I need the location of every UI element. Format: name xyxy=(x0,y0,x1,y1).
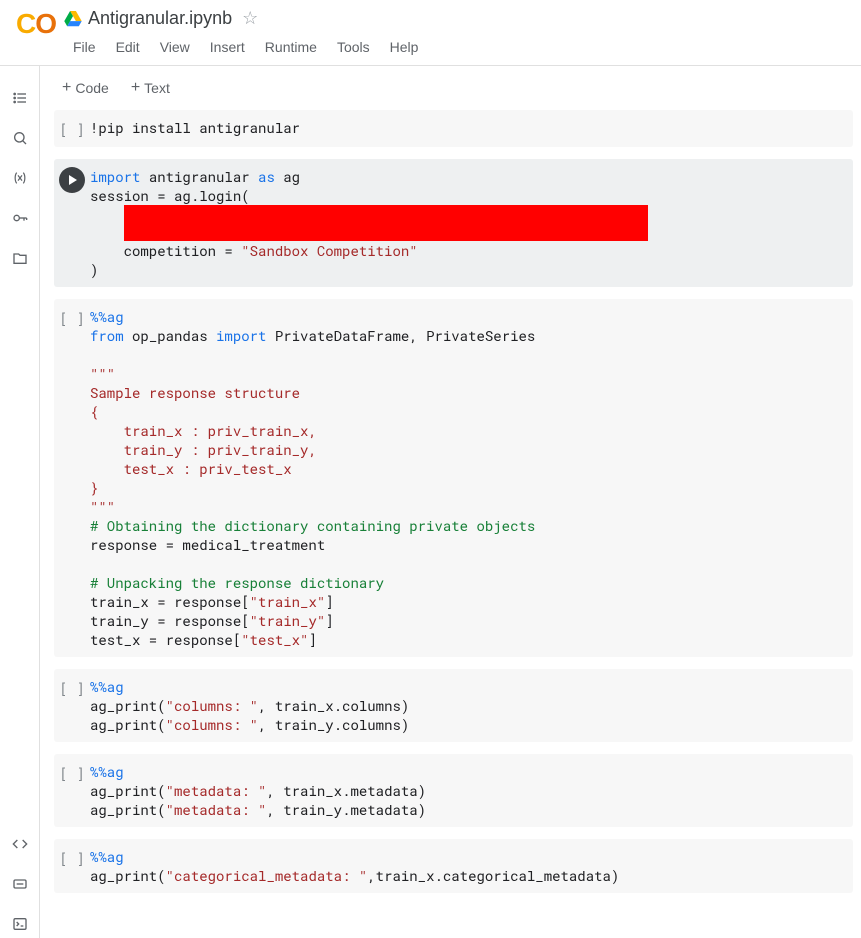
menu-edit[interactable]: Edit xyxy=(107,35,149,59)
code-editor[interactable]: %%ag ag_print("metadata: ", train_x.meta… xyxy=(90,762,853,819)
play-icon xyxy=(69,175,77,185)
code-cell[interactable]: import antigranular as ag session = ag.l… xyxy=(54,159,853,287)
cell-bracket: [ ] xyxy=(59,764,84,819)
terminal-icon[interactable] xyxy=(6,910,34,938)
notebook-title[interactable]: Antigranular.ipynb xyxy=(88,8,232,29)
secrets-icon[interactable] xyxy=(6,204,34,232)
menu-file[interactable]: File xyxy=(64,35,105,59)
menu-tools[interactable]: Tools xyxy=(328,35,379,59)
menu-insert[interactable]: Insert xyxy=(201,35,254,59)
code-snippets-icon[interactable] xyxy=(6,830,34,858)
plus-icon: + xyxy=(62,80,71,96)
code-cell[interactable]: [ ] %%ag ag_print("columns: ", train_x.c… xyxy=(54,669,853,742)
add-text-button[interactable]: +Text xyxy=(123,76,178,100)
menu-help[interactable]: Help xyxy=(381,35,428,59)
plus-icon: + xyxy=(131,80,140,96)
cell-bracket: [ ] xyxy=(59,309,84,649)
code-editor[interactable]: %%ag ag_print("categorical_metadata: ",t… xyxy=(90,847,853,885)
main-area: +Code +Text [ ] !pip install antigranula… xyxy=(40,66,861,938)
code-cell[interactable]: [ ] %%ag ag_print("categorical_metadata:… xyxy=(54,839,853,893)
code-editor[interactable]: %%ag from op_pandas import PrivateDataFr… xyxy=(90,307,853,649)
toc-icon[interactable] xyxy=(6,84,34,112)
star-icon[interactable]: ☆ xyxy=(242,8,258,29)
colab-logo[interactable]: CO xyxy=(8,6,64,40)
cell-bracket: [ ] xyxy=(59,849,84,885)
search-icon[interactable] xyxy=(6,124,34,152)
left-sidebar xyxy=(0,66,40,938)
add-code-button[interactable]: +Code xyxy=(54,76,117,100)
cell-bracket: [ ] xyxy=(59,679,84,734)
files-icon[interactable] xyxy=(6,244,34,272)
code-cell[interactable]: [ ] %%ag ag_print("metadata: ", train_x.… xyxy=(54,754,853,827)
redacted-block xyxy=(124,205,648,241)
command-palette-icon[interactable] xyxy=(6,870,34,898)
code-cell[interactable]: [ ] %%ag from op_pandas import PrivateDa… xyxy=(54,299,853,657)
variables-icon[interactable] xyxy=(6,164,34,192)
cell-toolbar: +Code +Text xyxy=(40,66,861,110)
menu-runtime[interactable]: Runtime xyxy=(256,35,326,59)
header: CO Antigranular.ipynb ☆ File Edit View I… xyxy=(0,0,861,65)
menu-view[interactable]: View xyxy=(151,35,199,59)
code-editor[interactable]: %%ag ag_print("columns: ", train_x.colum… xyxy=(90,677,853,734)
code-cell[interactable]: [ ] !pip install antigranular xyxy=(54,110,853,147)
run-button[interactable] xyxy=(59,167,85,193)
drive-icon xyxy=(64,11,82,27)
cell-bracket: [ ] xyxy=(59,120,84,139)
code-editor[interactable]: !pip install antigranular xyxy=(90,118,853,139)
menu-bar: File Edit View Insert Runtime Tools Help xyxy=(64,29,853,65)
code-editor[interactable]: import antigranular as ag session = ag.l… xyxy=(90,167,853,279)
